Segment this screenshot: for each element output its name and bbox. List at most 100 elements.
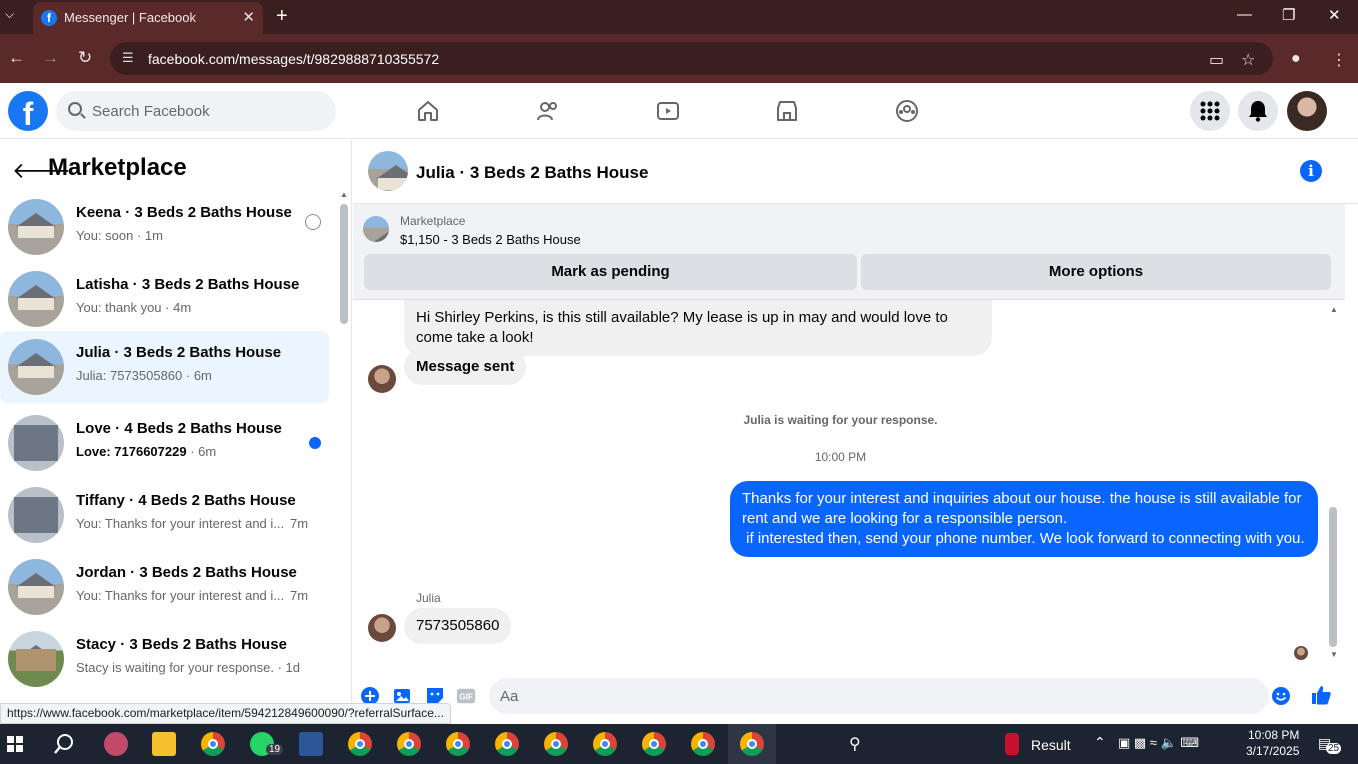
message-input[interactable] bbox=[489, 678, 1269, 714]
conversation-time: 7m bbox=[290, 516, 309, 531]
nba-icon[interactable] bbox=[1005, 733, 1019, 755]
conversation-title[interactable]: Julia · 3 Beds 2 Baths House bbox=[416, 163, 648, 183]
emoji-icon[interactable] bbox=[1271, 686, 1291, 706]
facebook-logo-icon[interactable]: f bbox=[8, 91, 48, 132]
conversation-preview: Love: 7176607229 · 6m bbox=[76, 444, 216, 459]
sidebar-title: Marketplace bbox=[48, 154, 187, 181]
back-icon[interactable]: ← bbox=[8, 48, 25, 68]
conversation-panel: Julia · 3 Beds 2 Baths House i Marketpla… bbox=[353, 140, 1358, 724]
groups-icon[interactable] bbox=[895, 99, 919, 123]
chrome-icon[interactable] bbox=[446, 732, 470, 756]
home-icon[interactable] bbox=[416, 99, 440, 123]
listing-thumbnail[interactable] bbox=[363, 216, 389, 242]
listing-avatar[interactable] bbox=[368, 151, 408, 191]
sidebar-scroll-up-icon[interactable]: ▲ bbox=[340, 190, 348, 199]
bookmark-star-icon[interactable]: ☆ bbox=[1241, 50, 1255, 70]
conversation-name: Stacy · 3 Beds 2 Baths House bbox=[76, 636, 287, 653]
conversation-item[interactable]: Keena · 3 Beds 2 Baths House You: soon ·… bbox=[0, 191, 329, 263]
install-app-icon[interactable]: ▭ bbox=[1209, 50, 1224, 70]
forward-icon[interactable]: → bbox=[42, 48, 59, 68]
conversation-item[interactable]: Stacy · 3 Beds 2 Baths House Stacy is wa… bbox=[0, 623, 329, 695]
search-input[interactable] bbox=[92, 91, 322, 131]
conversation-name: Julia · 3 Beds 2 Baths House bbox=[76, 344, 282, 361]
app-icon[interactable] bbox=[104, 732, 128, 756]
info-icon[interactable]: i bbox=[1300, 160, 1322, 182]
contact-avatar[interactable] bbox=[368, 365, 396, 393]
more-options-button[interactable]: More options bbox=[861, 254, 1331, 290]
chrome-icon[interactable] bbox=[691, 732, 715, 756]
tab-close-icon[interactable]: ✕ bbox=[242, 8, 255, 26]
conversation-name: Tiffany · 4 Beds 2 Baths House bbox=[76, 492, 296, 509]
conversation-item-active[interactable]: Julia · 3 Beds 2 Baths House Julia: 7573… bbox=[0, 331, 329, 403]
conversation-item[interactable]: Latisha · 3 Beds 2 Baths House You: than… bbox=[0, 263, 329, 335]
grid-icon bbox=[1200, 101, 1220, 121]
conversation-name: Love · 4 Beds 2 Baths House bbox=[76, 420, 282, 437]
profile-icon[interactable]: ● bbox=[1291, 50, 1301, 68]
chevron-up-icon[interactable]: ⌃ bbox=[1094, 734, 1106, 751]
restore-icon[interactable]: ❐ bbox=[1282, 6, 1295, 24]
clock-date[interactable]: 3/17/2025 bbox=[1246, 744, 1299, 758]
chat-scrollbar[interactable] bbox=[1329, 507, 1337, 647]
sidebar-scrollbar[interactable] bbox=[340, 204, 348, 324]
windows-start-icon[interactable] bbox=[7, 736, 23, 752]
browser-tab-bar: ⌵ f Messenger | Facebook ✕ + — ❐ ✕ bbox=[0, 0, 1358, 34]
file-explorer-icon[interactable] bbox=[152, 732, 176, 756]
clock-time[interactable]: 10:08 PM bbox=[1248, 728, 1299, 742]
conversation-name: Latisha · 3 Beds 2 Baths House bbox=[76, 276, 300, 293]
listing-thumbnail bbox=[8, 415, 64, 471]
preview-text: Love: 7176607229 bbox=[76, 444, 187, 459]
url-field[interactable]: ☰ facebook.com/messages/t/98298887103555… bbox=[110, 42, 1273, 75]
contact-avatar[interactable] bbox=[368, 614, 396, 642]
tab-search-icon[interactable]: ⌵ bbox=[5, 7, 14, 22]
chrome-icon[interactable] bbox=[495, 732, 519, 756]
widgets-icon[interactable]: ⚲ bbox=[849, 734, 861, 754]
conversation-preview: You: Thanks for your interest and i... bbox=[76, 588, 285, 603]
conversation-item[interactable]: Tiffany · 4 Beds 2 Baths House You: Than… bbox=[0, 479, 329, 551]
notifications-button[interactable] bbox=[1238, 91, 1278, 131]
window-close-icon[interactable]: ✕ bbox=[1328, 6, 1341, 24]
browser-tab[interactable]: f Messenger | Facebook ✕ bbox=[33, 2, 263, 34]
chat-scroll-down-icon[interactable]: ▼ bbox=[1330, 650, 1338, 659]
mark-as-pending-button[interactable]: Mark as pending bbox=[364, 254, 857, 290]
conversation-item[interactable]: Jordan · 3 Beds 2 Baths House You: Thank… bbox=[0, 551, 329, 623]
listing-thumbnail bbox=[8, 199, 64, 255]
new-tab-icon[interactable]: + bbox=[276, 5, 288, 28]
account-avatar[interactable] bbox=[1287, 91, 1327, 131]
message-sent-bubble: Message sent bbox=[404, 349, 527, 385]
listing-thumbnail bbox=[8, 339, 64, 395]
minimize-icon[interactable]: — bbox=[1237, 6, 1252, 23]
conversation-preview: Julia: 7573505860 · 6m bbox=[76, 368, 212, 383]
chat-scroll-up-icon[interactable]: ▲ bbox=[1330, 305, 1338, 314]
chrome-icon[interactable] bbox=[642, 732, 666, 756]
chrome-icon[interactable] bbox=[397, 732, 421, 756]
friends-icon[interactable] bbox=[536, 99, 560, 123]
facebook-top-nav: f bbox=[0, 83, 1358, 139]
chrome-icon[interactable] bbox=[740, 732, 764, 756]
like-thumb-icon[interactable] bbox=[1310, 684, 1332, 706]
search-box[interactable] bbox=[56, 91, 336, 131]
windows-taskbar: 19 ⚲ Result ⌃ ▣ ▩ ≈ 🔈 ⌨ 10:08 PM 3/17/20… bbox=[0, 724, 1358, 764]
reload-icon[interactable]: ↻ bbox=[78, 48, 92, 68]
chrome-icon[interactable] bbox=[201, 732, 225, 756]
site-settings-icon[interactable]: ☰ bbox=[122, 50, 134, 66]
chrome-icon[interactable] bbox=[348, 732, 372, 756]
watch-icon[interactable] bbox=[656, 99, 680, 123]
bell-icon bbox=[1249, 101, 1267, 122]
gif-icon[interactable]: GIF bbox=[456, 686, 476, 706]
tray-icons[interactable]: ▣ ▩ ≈ 🔈 ⌨ bbox=[1118, 735, 1199, 751]
chrome-icon[interactable] bbox=[544, 732, 568, 756]
conversation-item[interactable]: Love · 4 Beds 2 Baths House Love: 717660… bbox=[0, 407, 329, 479]
word-icon[interactable] bbox=[299, 732, 323, 756]
taskbar-search-icon[interactable] bbox=[53, 733, 75, 755]
conversation-preview: You: Thanks for your interest and i... bbox=[76, 516, 285, 531]
weather-label[interactable]: Result bbox=[1031, 737, 1071, 753]
sender-name: Julia bbox=[416, 591, 441, 605]
chrome-icon[interactable] bbox=[593, 732, 617, 756]
menu-grid-button[interactable] bbox=[1190, 91, 1230, 131]
listing-price-title[interactable]: $1,150 - 3 Beds 2 Baths House bbox=[400, 232, 581, 247]
address-bar-row: ← → ↻ ☰ facebook.com/messages/t/98298887… bbox=[0, 34, 1358, 83]
chrome-menu-icon[interactable]: ⋮ bbox=[1331, 50, 1347, 70]
marketplace-icon[interactable] bbox=[775, 99, 799, 123]
conversation-header: Julia · 3 Beds 2 Baths House i bbox=[353, 140, 1358, 204]
svg-text:GIF: GIF bbox=[459, 693, 473, 702]
